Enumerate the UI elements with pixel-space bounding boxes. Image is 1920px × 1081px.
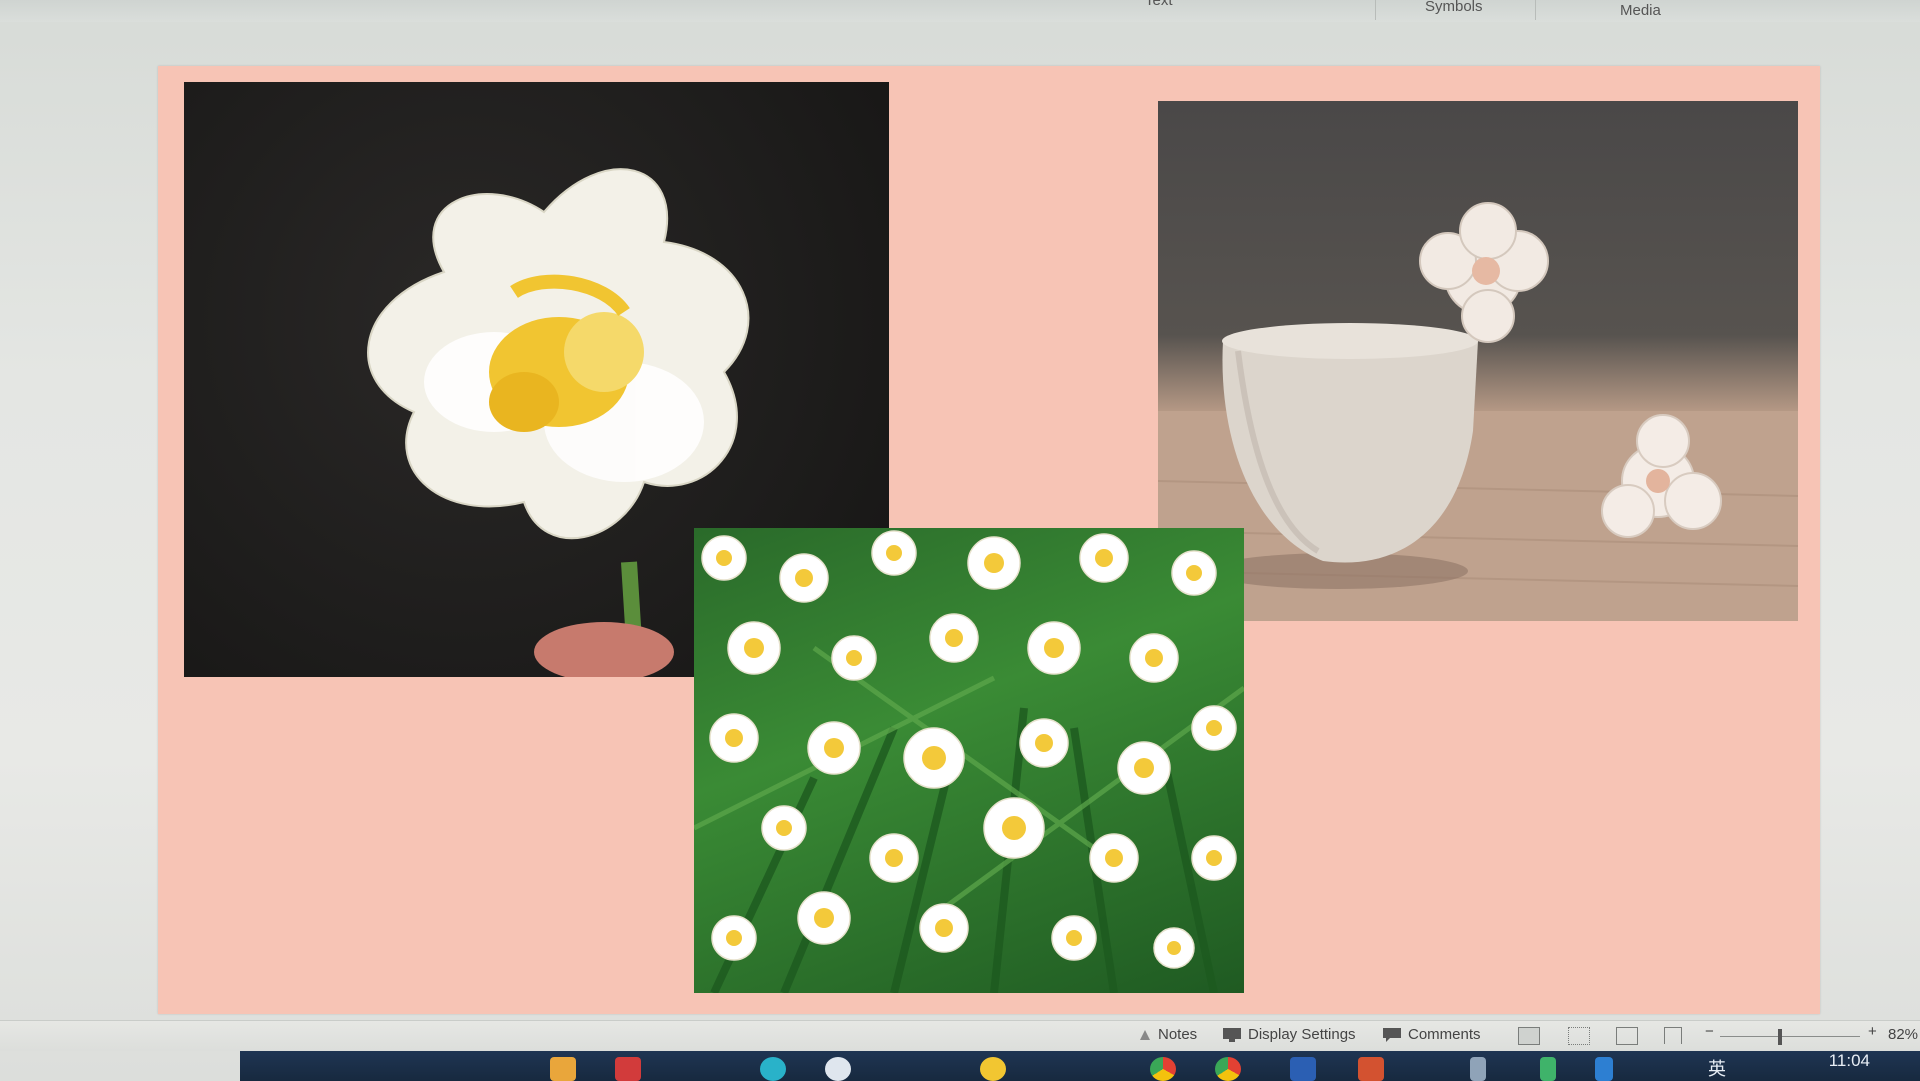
chrome-icon[interactable] — [1215, 1057, 1241, 1081]
slide-sorter-icon[interactable] — [1568, 1027, 1590, 1045]
notes-icon — [1140, 1029, 1150, 1040]
ribbon: Text Symbols Media — [0, 0, 1920, 22]
reading-view-icon[interactable] — [1616, 1027, 1638, 1045]
bouquet-photo[interactable] — [694, 528, 1244, 993]
bouquet-image — [694, 530, 1244, 993]
tray-icon[interactable] — [1470, 1057, 1486, 1081]
windows-taskbar: 英 11:04 — [240, 1051, 1920, 1081]
display-settings-label: Display Settings — [1248, 1026, 1356, 1043]
zoom-level[interactable]: 82% — [1888, 1026, 1918, 1043]
zoom-in-button[interactable]: + — [1868, 1023, 1877, 1040]
slideshow-icon[interactable] — [1664, 1027, 1682, 1044]
status-bar: Notes Display Settings Comments − + 82% — [0, 1020, 1920, 1051]
display-settings-button[interactable]: Display Settings — [1222, 1026, 1356, 1043]
app-icon[interactable] — [980, 1057, 1006, 1081]
display-settings-icon — [1223, 1027, 1241, 1042]
ribbon-group-symbols[interactable]: Symbols — [1425, 0, 1483, 15]
comments-button[interactable]: Comments — [1382, 1026, 1481, 1043]
file-explorer-icon[interactable] — [550, 1057, 576, 1081]
slide-canvas[interactable] — [158, 66, 1820, 1014]
powerpoint-icon[interactable] — [1358, 1057, 1384, 1081]
normal-view-icon[interactable] — [1518, 1027, 1540, 1045]
word-icon[interactable] — [1290, 1057, 1316, 1081]
notes-label: Notes — [1158, 1026, 1198, 1043]
ribbon-group-text[interactable]: Text — [1145, 0, 1173, 9]
app-icon[interactable] — [615, 1057, 641, 1081]
comments-label: Comments — [1408, 1026, 1481, 1043]
cup-flowers-image — [1158, 202, 1798, 621]
comment-icon — [1383, 1027, 1401, 1042]
cup-flowers-photo[interactable] — [1158, 101, 1798, 621]
zoom-slider-track[interactable] — [1720, 1036, 1860, 1037]
network-icon[interactable] — [1595, 1057, 1613, 1081]
ribbon-separator — [1535, 0, 1536, 20]
tray-icon[interactable] — [1540, 1057, 1556, 1081]
clock-time[interactable]: 11:04 — [1829, 1051, 1870, 1071]
ime-indicator[interactable]: 英 — [1708, 1055, 1726, 1081]
app-icon[interactable] — [825, 1057, 851, 1081]
notes-button[interactable]: Notes — [1138, 1026, 1197, 1043]
ribbon-separator — [1375, 0, 1376, 20]
zoom-out-button[interactable]: − — [1705, 1023, 1714, 1040]
browser-icon[interactable] — [760, 1057, 786, 1081]
ribbon-group-media[interactable]: Media — [1620, 2, 1661, 19]
chrome-icon[interactable] — [1150, 1057, 1176, 1081]
zoom-slider-thumb[interactable] — [1778, 1029, 1782, 1045]
